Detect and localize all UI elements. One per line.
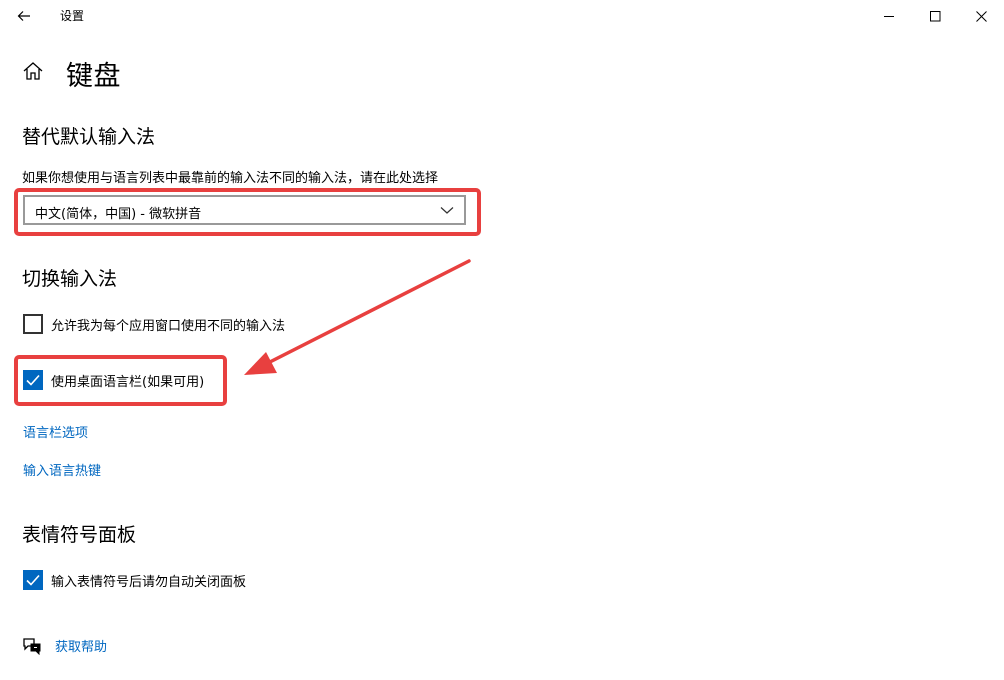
per-app-input-label: 允许我为每个应用窗口使用不同的输入法	[51, 318, 286, 334]
get-help-label: 获取帮助	[55, 640, 108, 655]
per-app-input-checkbox-row[interactable]: 允许我为每个应用窗口使用不同的输入法	[23, 313, 285, 335]
dropdown-highlight-box	[14, 188, 481, 236]
language-bar-options-link[interactable]: 语言栏选项	[23, 422, 88, 441]
emoji-keep-open-label: 输入表情符号后请勿自动关闭面板	[51, 574, 247, 590]
maximize-button[interactable]	[912, 0, 958, 32]
emoji-heading: 表情符号面板	[22, 524, 137, 546]
emoji-keep-open-checkbox-row[interactable]: 输入表情符号后请勿自动关闭面板	[23, 569, 246, 591]
override-description: 如果你想使用与语言列表中最靠前的输入法不同的输入法，请在此处选择	[22, 171, 439, 186]
help-chat-icon	[23, 637, 41, 655]
language-bar-highlight-box	[14, 355, 227, 406]
settings-window: 设置 键盘 替代默认输入法 如果你想使用与语言列表中最靠前的输入法不同的输入法，…	[0, 0, 1004, 680]
back-button[interactable]	[10, 2, 38, 30]
home-icon	[23, 62, 43, 80]
get-help-link[interactable]: 获取帮助	[22, 636, 107, 655]
window-title: 设置	[60, 9, 85, 23]
title-bar: 设置	[0, 0, 1004, 32]
home-button[interactable]	[22, 60, 46, 84]
close-icon	[975, 10, 987, 22]
emoji-keep-open-checkbox[interactable]	[23, 570, 43, 590]
override-heading: 替代默认输入法	[22, 126, 156, 148]
minimize-icon	[883, 15, 894, 17]
close-button[interactable]	[958, 0, 1004, 32]
page-title: 键盘	[66, 61, 121, 92]
back-arrow-icon	[17, 11, 30, 21]
per-app-input-checkbox[interactable]	[23, 314, 43, 334]
maximize-icon	[929, 10, 940, 21]
input-language-hotkeys-link[interactable]: 输入语言热键	[23, 460, 101, 479]
switch-heading: 切换输入法	[22, 268, 118, 290]
checkmark-icon	[26, 574, 40, 586]
minimize-button[interactable]	[866, 0, 912, 32]
